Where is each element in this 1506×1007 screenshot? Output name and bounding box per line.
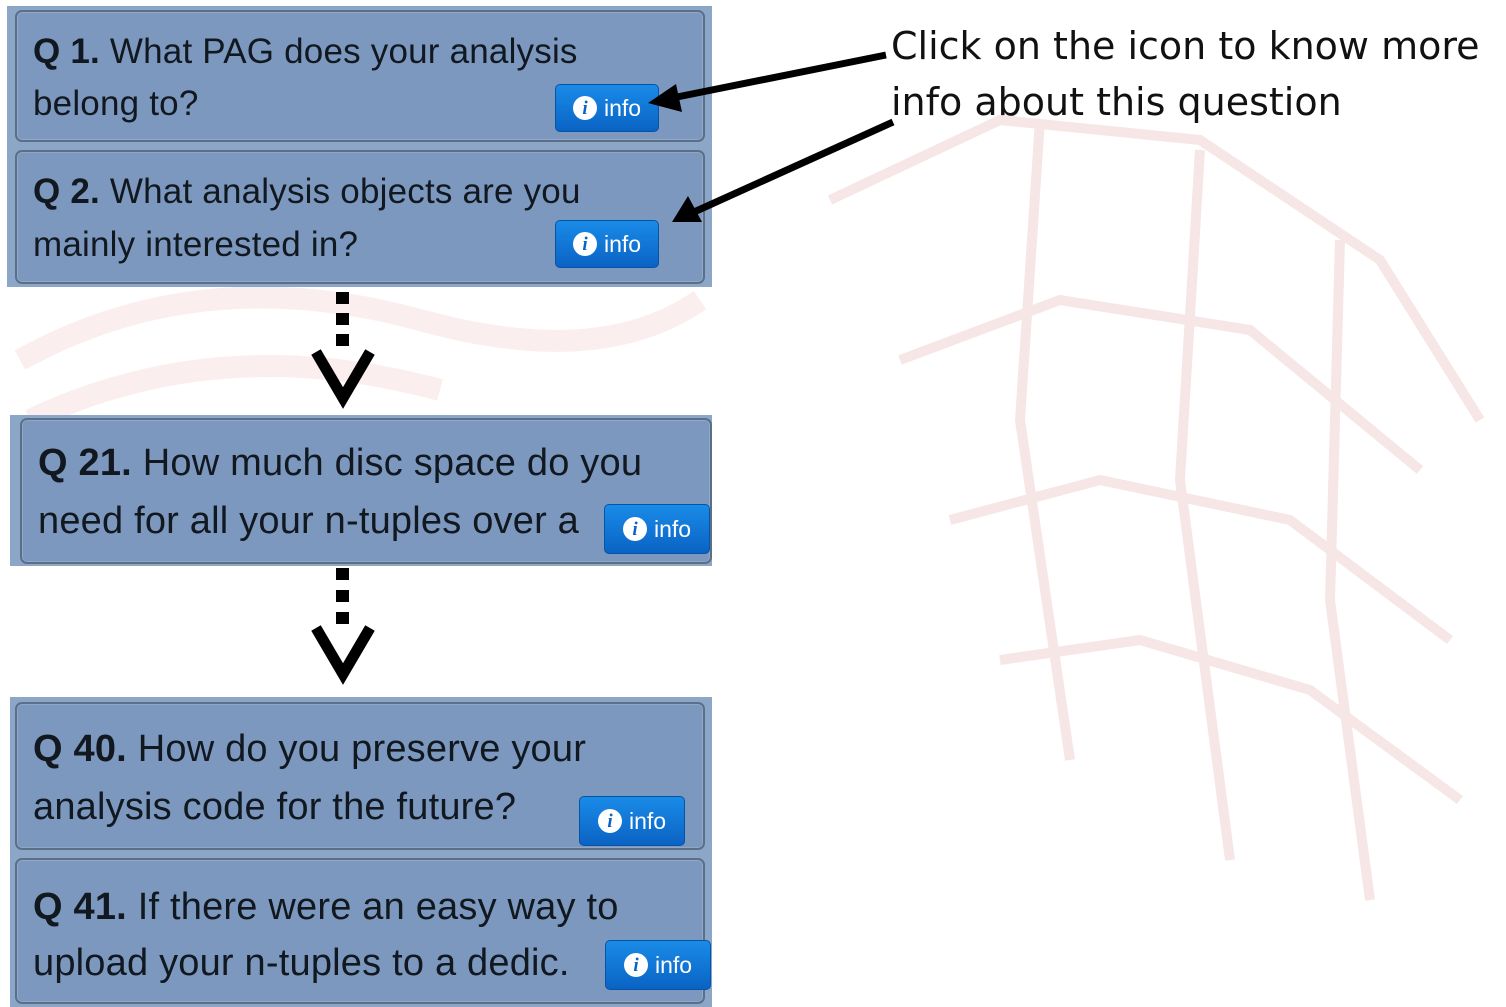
info-button-label: info	[653, 515, 692, 542]
info-circle-icon: i	[623, 953, 648, 977]
question-number: Q 2.	[33, 172, 100, 211]
question-line1: Q 21. How much disc space do you	[38, 442, 643, 484]
info-button-q21[interactable]: i info	[604, 504, 710, 554]
callout-text: Click on the icon to know more info abou…	[891, 18, 1501, 130]
question-card-q21: Q 21. How much disc space do you need fo…	[20, 418, 712, 564]
info-circle-icon: i	[572, 232, 597, 256]
question-card-q40: Q 40. How do you preserve your analysis …	[15, 702, 705, 850]
info-button-q41[interactable]: i info	[605, 940, 711, 990]
question-line2: mainly interested in?	[33, 225, 359, 264]
question-line1: Q 2. What analysis objects are you	[33, 172, 581, 211]
info-button-label: info	[654, 951, 693, 978]
question-line1: Q 1. What PAG does your analysis	[33, 32, 578, 71]
info-button-label: info	[603, 94, 642, 121]
question-line2: analysis code for the future?	[33, 786, 517, 828]
question-card-q1: Q 1. What PAG does your analysis belong …	[15, 10, 705, 142]
question-line2: upload your n-tuples to a dedic.	[33, 942, 570, 984]
question-number: Q 41.	[33, 886, 127, 928]
info-circle-icon: i	[597, 809, 622, 833]
info-button-q2[interactable]: i info	[555, 220, 659, 268]
info-button-q1[interactable]: i info	[555, 84, 659, 132]
callout-line2: info about this question	[891, 80, 1342, 124]
callout-line1: Click on the icon to know more	[891, 24, 1480, 68]
question-number: Q 1.	[33, 32, 100, 71]
info-circle-icon: i	[622, 517, 647, 541]
info-button-label: info	[628, 807, 667, 834]
question-card-q2: Q 2. What analysis objects are you mainl…	[15, 150, 705, 284]
info-circle-icon: i	[572, 96, 597, 120]
question-number: Q 21.	[38, 442, 132, 484]
question-line1: Q 41. If there were an easy way to	[33, 886, 619, 928]
question-line2: belong to?	[33, 84, 199, 123]
question-card-q41: Q 41. If there were an easy way to uploa…	[15, 858, 711, 1004]
info-button-q40[interactable]: i info	[579, 796, 685, 846]
question-number: Q 40.	[33, 728, 127, 770]
question-line2: need for all your n-tuples over a	[38, 500, 580, 542]
question-line1: Q 40. How do you preserve your	[33, 728, 587, 770]
info-button-label: info	[603, 230, 642, 257]
